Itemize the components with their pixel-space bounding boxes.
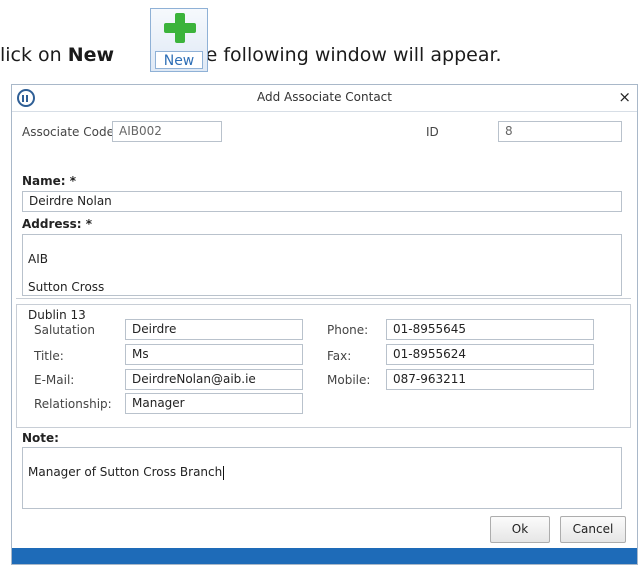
instruction-text: lick on New the following window will ap…	[0, 0, 639, 84]
salutation-field[interactable]: Deirdre	[125, 319, 303, 340]
dialog-footer-bar	[12, 548, 637, 564]
mobile-field[interactable]: 087-963211	[386, 369, 594, 390]
address-field[interactable]: AIB Sutton Cross Dublin 13	[22, 234, 622, 322]
associate-code-label: Associate Code	[22, 125, 114, 139]
note-text: Manager of Sutton Cross Branch	[28, 465, 223, 479]
email-field[interactable]: DeirdreNolan@aib.ie	[125, 369, 303, 390]
add-associate-contact-dialog: Add Associate Contact × Associate Code A…	[11, 84, 638, 565]
name-field[interactable]: Deirdre Nolan	[22, 191, 622, 212]
new-button-label: New	[155, 51, 203, 69]
cancel-button[interactable]: Cancel	[560, 516, 626, 543]
email-label: E-Mail:	[34, 373, 75, 387]
new-button-image: New	[150, 8, 208, 72]
relationship-label: Relationship:	[34, 397, 112, 411]
phone-field[interactable]: 01-8955645	[386, 319, 594, 340]
address-label: Address: *	[22, 217, 93, 231]
note-label: Note:	[22, 431, 59, 445]
address-line: AIB	[28, 252, 48, 266]
instruction-line: lick on New the following window will ap…	[0, 44, 502, 66]
divider	[16, 298, 631, 299]
id-label: ID	[426, 125, 439, 139]
dialog-title: Add Associate Contact	[257, 90, 392, 104]
relationship-field[interactable]: Manager	[125, 393, 303, 414]
name-label: Name: *	[22, 174, 77, 188]
instruction-suffix: the following window will appear.	[180, 44, 502, 66]
associate-code-field[interactable]: AIB002	[112, 121, 222, 142]
address-line: Sutton Cross	[28, 280, 105, 294]
close-icon[interactable]: ×	[618, 88, 631, 106]
fax-label: Fax:	[327, 349, 352, 363]
title-field[interactable]: Ms	[125, 344, 303, 365]
note-field[interactable]: Manager of Sutton Cross Branch	[22, 447, 622, 509]
phone-label: Phone:	[327, 323, 369, 337]
instruction-new-word: New	[67, 44, 115, 66]
title-label: Title:	[34, 349, 64, 363]
dialog-titlebar: Add Associate Contact ×	[12, 85, 637, 112]
instruction-prefix: lick on	[0, 44, 68, 66]
fax-field[interactable]: 01-8955624	[386, 344, 594, 365]
id-field[interactable]: 8	[498, 121, 622, 142]
mobile-label: Mobile:	[327, 373, 371, 387]
ok-button[interactable]: Ok	[490, 516, 550, 543]
text-cursor	[223, 465, 225, 480]
green-plus-icon	[164, 13, 196, 43]
salutation-label: Salutation	[34, 323, 95, 337]
